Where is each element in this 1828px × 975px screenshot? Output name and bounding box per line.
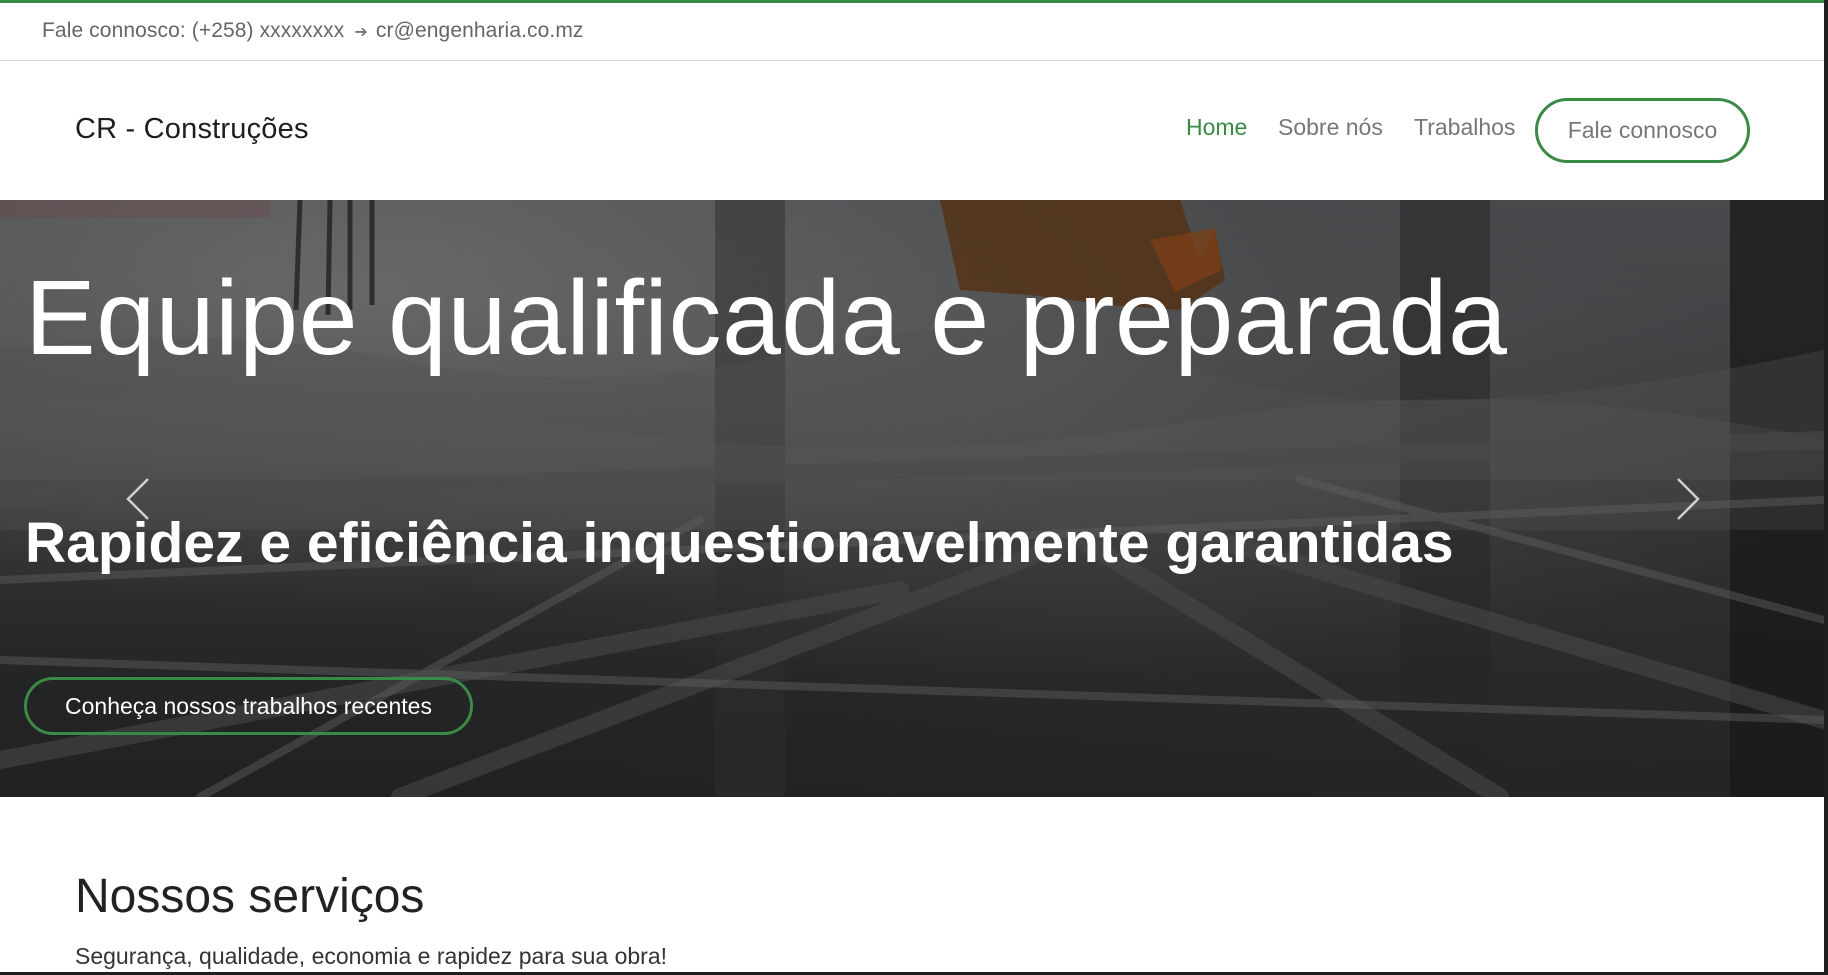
services-subtitle: Segurança, qualidade, economia e rapidez… xyxy=(75,943,668,969)
contact-us-button[interactable]: Fale connosco xyxy=(1535,98,1750,163)
contact-topbar: Fale connosco: (+258) xxxxxxxx ➔ cr@engenh… xyxy=(0,3,1824,61)
nav-link-sobre-nos[interactable]: Sobre nós xyxy=(1278,114,1383,141)
recent-works-button[interactable]: Conheça nossos trabalhos recentes xyxy=(24,677,473,735)
window-right-edge xyxy=(1824,0,1828,975)
nav-link-home[interactable]: Home xyxy=(1186,114,1247,141)
page: Fale connosco: (+258) xxxxxxxx ➔ cr@engenh… xyxy=(0,0,1824,975)
brand-logo-text[interactable]: CR - Construções xyxy=(75,113,309,146)
hero-title: Equipe qualificada e preparada xyxy=(25,259,1508,377)
hero-carousel: Equipe qualificada e preparada Rapidez e… xyxy=(0,200,1824,797)
hero-subtitle: Rapidez e eficiência inquestionavelmente… xyxy=(25,511,1454,575)
contact-phone: Fale connosco: (+258) xxxxxxxx xyxy=(42,19,345,42)
contact-info: Fale connosco: (+258) xxxxxxxx ➔ cr@engenh… xyxy=(42,19,584,43)
arrow-right-icon: ➔ xyxy=(354,24,368,41)
main-navbar: CR - Construções Home Sobre nós Trabalho… xyxy=(0,62,1824,200)
services-section: Nossos serviços Segurança, qualidade, ec… xyxy=(0,797,1824,972)
services-title: Nossos serviços xyxy=(75,870,425,923)
contact-email[interactable]: cr@engenharia.co.mz xyxy=(376,19,584,42)
chevron-right-icon[interactable] xyxy=(1672,477,1702,521)
nav-link-trabalhos[interactable]: Trabalhos xyxy=(1414,114,1515,141)
